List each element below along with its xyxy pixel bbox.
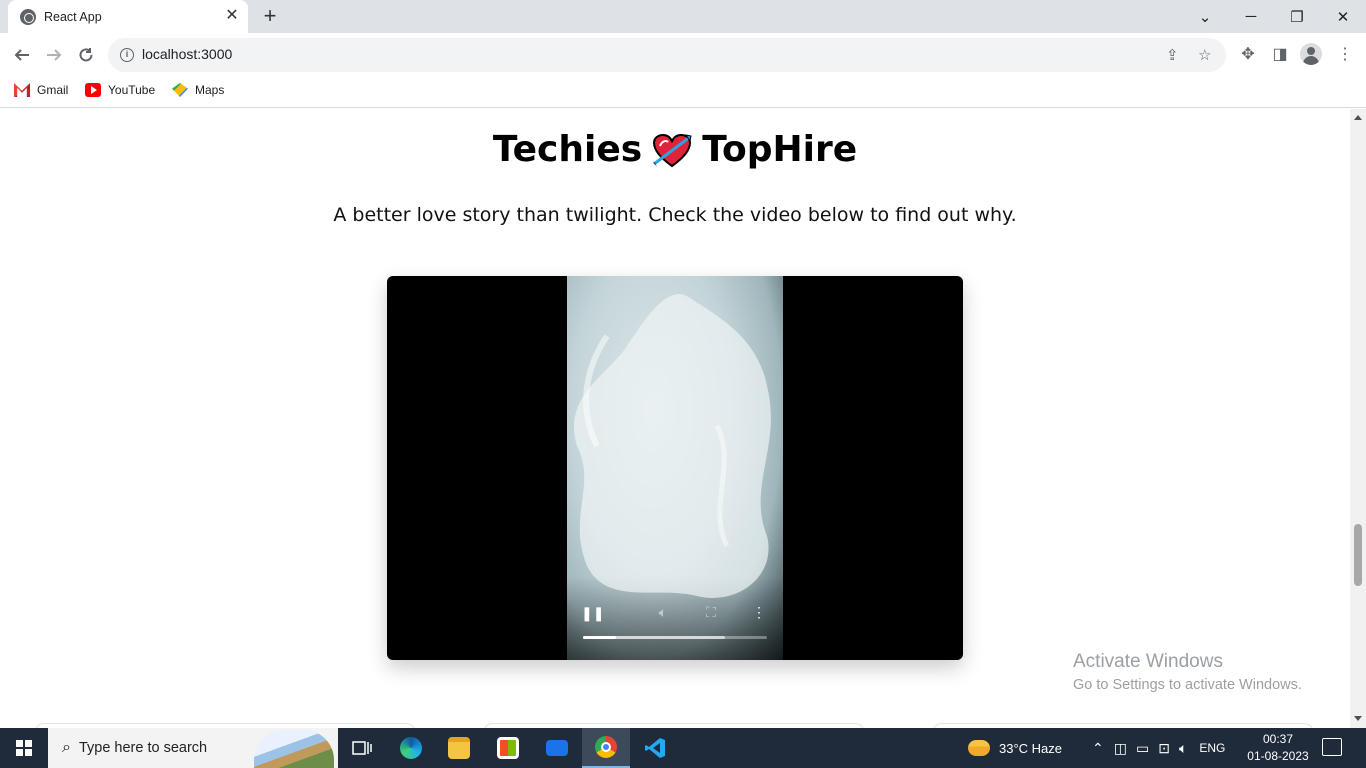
tab-search-button[interactable]: ⌄ — [1182, 0, 1228, 33]
taskbar-mail[interactable] — [533, 728, 581, 768]
profile-avatar[interactable] — [1300, 43, 1322, 65]
fullscreen-icon[interactable]: ⛶ — [701, 605, 721, 619]
forward-button[interactable] — [40, 41, 68, 69]
smoke-visual — [573, 294, 771, 598]
kebab-menu-icon[interactable]: ⋮ — [1335, 45, 1355, 65]
bookmarks-bar: Gmail YouTube Maps — [0, 77, 1366, 108]
vscode-icon — [645, 738, 665, 758]
video-player[interactable]: ❚❚ 🔈︎ ⛶ ⋮ — [387, 276, 963, 660]
more-options-icon[interactable]: ⋮ — [749, 605, 769, 619]
globe-icon — [20, 8, 36, 25]
weather-text: 33°C Haze — [999, 740, 1063, 756]
bookmark-gmail[interactable]: Gmail — [14, 83, 68, 97]
edge-icon — [400, 737, 422, 759]
notification-center-icon[interactable] — [1322, 738, 1342, 756]
title-left: Techies — [492, 129, 643, 170]
speaker-icon[interactable]: 🔈︎ — [1179, 740, 1187, 757]
reload-button[interactable] — [72, 41, 100, 69]
reload-icon — [79, 48, 93, 62]
bookmark-maps[interactable]: Maps — [172, 83, 224, 97]
page-scrollbar[interactable] — [1350, 109, 1366, 728]
taskbar-file-explorer[interactable] — [435, 728, 483, 768]
taskbar-store[interactable] — [484, 728, 532, 768]
gmail-icon — [14, 83, 30, 97]
arrow-left-icon — [14, 49, 29, 61]
task-view-icon — [352, 741, 372, 755]
page-content: Techies TopHire A better love story than… — [0, 109, 1350, 728]
side-panel-icon[interactable]: ◨ — [1270, 45, 1290, 65]
folder-icon — [448, 737, 470, 759]
heart-with-arrow-icon — [653, 134, 692, 168]
store-icon — [497, 737, 519, 759]
windows-taskbar: ⌕ Type here to search 33°C Haze ⌃ ◫ ▭ ⊡ … — [0, 728, 1366, 768]
scroll-up-arrow[interactable] — [1354, 115, 1362, 120]
title-right: TopHire — [702, 129, 858, 170]
share-icon[interactable]: ⇪ — [1166, 46, 1179, 64]
tab-title: React App — [44, 9, 102, 24]
search-highlight-art — [254, 730, 334, 768]
bookmark-label: Maps — [195, 83, 225, 97]
clock[interactable]: 00:37 01-08-2023 — [1244, 731, 1312, 765]
clock-time: 00:37 — [1262, 732, 1294, 746]
volume-icon[interactable]: 🔈︎ — [653, 605, 673, 619]
close-window-button[interactable]: ✕ — [1320, 0, 1366, 33]
address-bar[interactable]: i localhost:3000 ⇪ ☆ — [108, 38, 1226, 72]
search-placeholder: Type here to search — [78, 740, 208, 756]
minimize-button[interactable]: ─ — [1228, 0, 1274, 33]
bookmark-label: YouTube — [108, 83, 156, 97]
video-progress-bar[interactable] — [583, 636, 767, 639]
chevron-up-icon[interactable]: ⌃ — [1092, 740, 1104, 757]
start-button[interactable] — [0, 728, 48, 768]
battery-icon[interactable]: ▭ — [1136, 740, 1149, 757]
page-title: Techies TopHire — [0, 129, 1350, 170]
page-subtitle: A better love story than twilight. Check… — [333, 204, 1017, 226]
chrome-center — [601, 742, 611, 752]
scrollbar-thumb[interactable] — [1354, 524, 1362, 586]
bookmark-label: Gmail — [37, 83, 69, 97]
video-frame[interactable]: ❚❚ 🔈︎ ⛶ ⋮ — [567, 276, 783, 660]
network-icon[interactable]: ⊡ — [1158, 740, 1170, 757]
new-tab-button[interactable]: + — [258, 4, 282, 28]
language-indicator[interactable]: ENG — [1199, 741, 1225, 755]
tray-icons: ⌃ ◫ ▭ ⊡ 🔈︎ ENG — [1092, 728, 1225, 768]
taskbar-edge[interactable] — [387, 728, 435, 768]
played-bar — [583, 636, 617, 639]
taskbar-search[interactable]: ⌕ Type here to search — [48, 728, 338, 768]
url-text[interactable]: localhost:3000 — [142, 46, 232, 62]
site-info-icon[interactable]: i — [120, 48, 134, 62]
bookmark-star-icon[interactable]: ☆ — [1198, 46, 1211, 64]
mail-icon — [546, 740, 568, 756]
back-button[interactable] — [8, 41, 36, 69]
task-view-button[interactable] — [338, 728, 386, 768]
youtube-icon — [85, 83, 101, 97]
pause-icon[interactable]: ❚❚ — [581, 606, 604, 620]
extensions-icon[interactable]: ✥ — [1238, 45, 1258, 65]
maps-icon — [172, 83, 188, 97]
browser-toolbar: i localhost:3000 ⇪ ☆ ✥ ◨ ⋮ — [0, 33, 1366, 77]
search-icon: ⌕ — [62, 739, 71, 756]
arrow-right-icon — [47, 49, 62, 61]
taskbar-chrome[interactable] — [582, 728, 630, 768]
tab-strip: React App ✕ + ⌄ ─ ❐ ✕ — [0, 0, 1366, 33]
tab-react-app[interactable]: React App ✕ — [8, 0, 248, 33]
windows-logo-icon — [16, 740, 32, 756]
chrome-icon — [595, 736, 617, 758]
watermark-subtitle: Go to Settings to activate Windows. — [1073, 677, 1302, 693]
weather-widget[interactable]: 33°C Haze — [968, 728, 1062, 768]
meet-now-icon[interactable]: ◫ — [1114, 740, 1127, 757]
activate-windows-watermark: Activate Windows Go to Settings to activ… — [1073, 651, 1302, 693]
haze-icon — [968, 740, 990, 756]
bookmark-youtube[interactable]: YouTube — [85, 83, 155, 97]
restore-button[interactable]: ❐ — [1274, 0, 1320, 33]
watermark-title: Activate Windows — [1073, 651, 1223, 672]
tab-close-icon[interactable]: ✕ — [224, 8, 240, 24]
clock-date: 01-08-2023 — [1247, 749, 1309, 763]
taskbar-vscode[interactable] — [631, 728, 679, 768]
scroll-down-arrow[interactable] — [1354, 716, 1362, 721]
